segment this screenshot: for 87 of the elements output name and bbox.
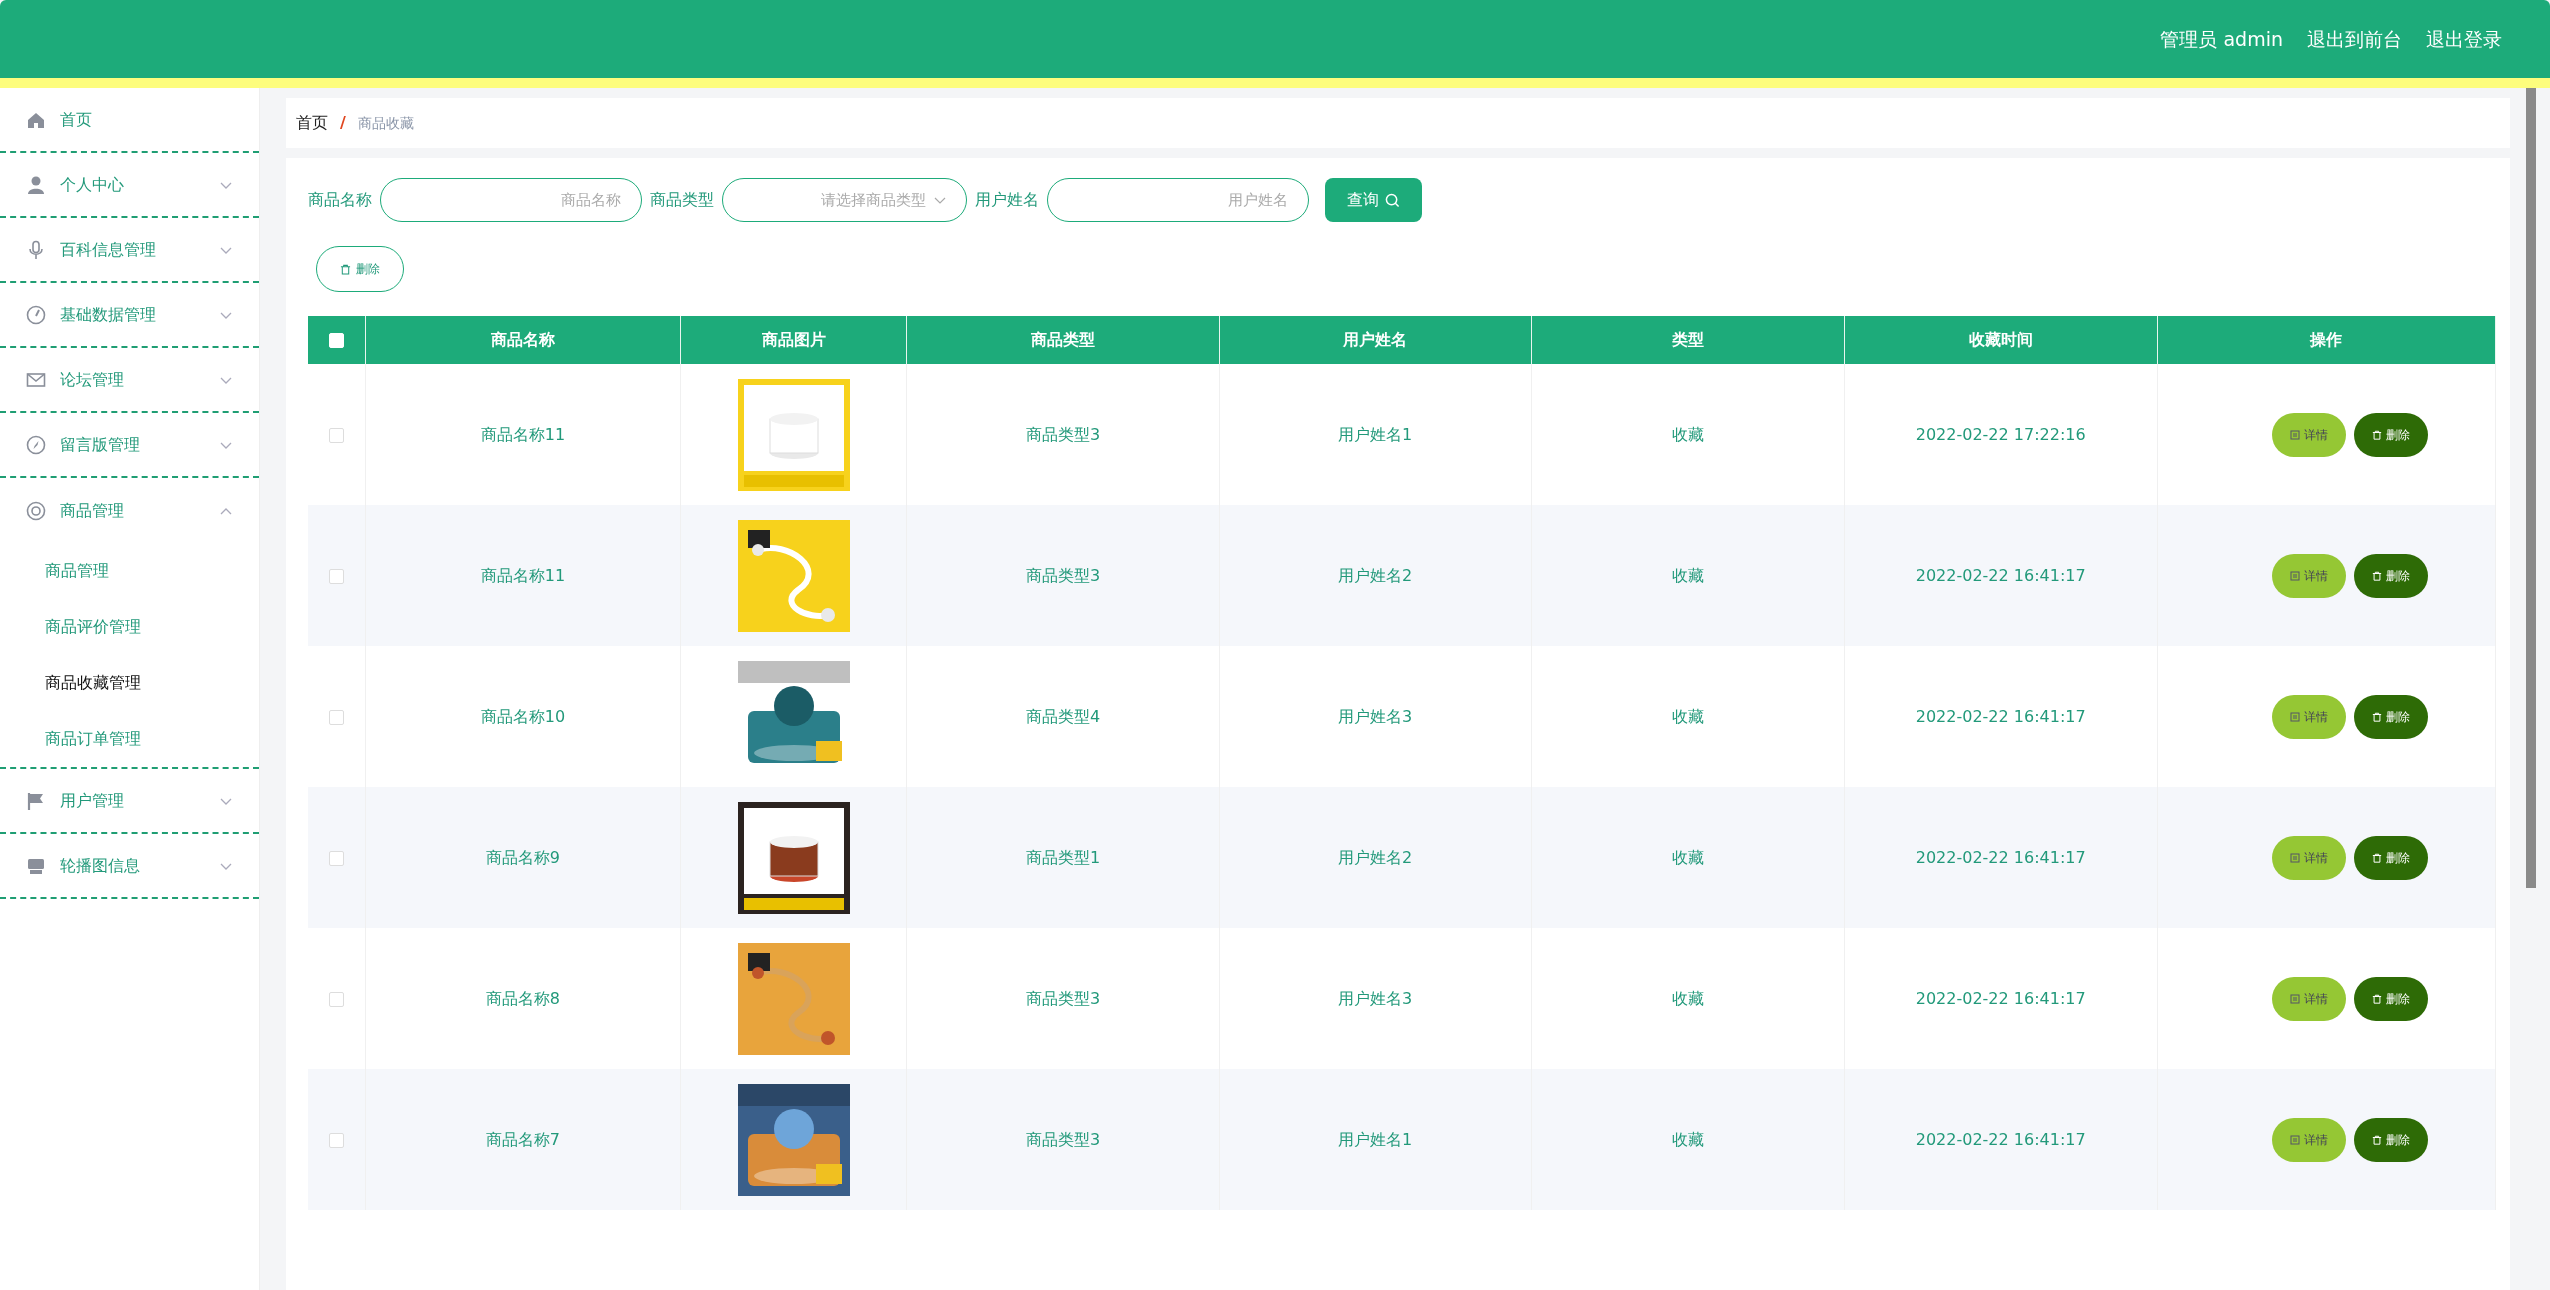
document-icon — [2290, 430, 2301, 440]
table-cell: 2022-02-22 16:41:17 — [1844, 505, 2158, 646]
column-header: 收藏时间 — [1844, 316, 2158, 364]
delete-button[interactable]: 删除 — [2354, 694, 2429, 739]
filter-label: 商品名称 — [308, 189, 372, 211]
trash-icon — [2372, 853, 2383, 863]
table-cell: 用户姓名1 — [1219, 1069, 1532, 1210]
delete-button[interactable]: 删除 — [2354, 1117, 2429, 1162]
submenu-item[interactable]: 商品收藏管理 — [0, 655, 259, 711]
search-icon — [1385, 192, 1400, 208]
delete-button[interactable]: 删除 — [2354, 553, 2429, 598]
sidebar-item[interactable]: 论坛管理 — [0, 348, 259, 413]
table-cell: 商品名称11 — [365, 505, 681, 646]
column-header: 商品名称 — [365, 316, 681, 364]
trash-icon — [2372, 1135, 2383, 1145]
table-cell: 收藏 — [1531, 1069, 1845, 1210]
table-cell: 商品类型1 — [906, 787, 1219, 928]
sidebar-item[interactable]: 基础数据管理 — [0, 283, 259, 348]
sidebar-item[interactable]: 个人中心 — [0, 153, 259, 218]
sidebar-item[interactable]: 留言版管理 — [0, 413, 259, 478]
checkbox[interactable] — [328, 568, 344, 584]
details-button[interactable]: 详情 — [2272, 1117, 2347, 1162]
breadcrumb-separator: / — [340, 112, 346, 134]
document-icon — [2290, 712, 2301, 722]
checkbox[interactable] — [328, 427, 344, 443]
document-icon — [2290, 853, 2301, 863]
header-link[interactable]: 退出到前台 — [2307, 24, 2402, 54]
details-button[interactable]: 详情 — [2272, 976, 2347, 1021]
table-cell: 收藏 — [1531, 505, 1845, 646]
filter-label: 商品类型 — [650, 189, 714, 211]
compass-icon — [26, 434, 46, 455]
details-button[interactable]: 详情 — [2272, 835, 2347, 880]
trash-icon — [2372, 430, 2383, 440]
sidebar-item[interactable]: 用户管理 — [0, 769, 259, 834]
filter-label: 用户姓名 — [975, 189, 1039, 211]
trash-icon — [2372, 994, 2383, 1004]
breadcrumb-link[interactable]: 首页 — [296, 111, 328, 135]
sidebar-item[interactable]: 百科信息管理 — [0, 218, 259, 283]
header-link[interactable]: 退出登录 — [2426, 24, 2502, 54]
table-cell: 2022-02-22 16:41:17 — [1844, 1069, 2158, 1210]
trash-icon — [2372, 571, 2383, 581]
trash-icon — [2372, 712, 2383, 722]
delete-button[interactable]: 删除 — [2354, 976, 2429, 1021]
submenu-item[interactable]: 商品评价管理 — [0, 599, 259, 655]
ring-icon — [26, 500, 46, 521]
table-cell: 2022-02-22 16:41:17 — [1844, 787, 2158, 928]
table-cell: 商品名称9 — [365, 787, 681, 928]
table-cell: 商品名称7 — [365, 1069, 681, 1210]
gauge-icon — [26, 304, 46, 325]
breadcrumb-current: 商品收藏 — [357, 113, 414, 133]
table-cell: 用户姓名2 — [1219, 787, 1532, 928]
search-button[interactable]: 查询 — [1325, 178, 1422, 222]
submenu-item[interactable]: 商品订单管理 — [0, 711, 259, 767]
sidebar-item[interactable]: 商品管理 — [0, 478, 259, 543]
column-header: 类型 — [1531, 316, 1845, 364]
column-header: 用户姓名 — [1219, 316, 1532, 364]
delete-button[interactable]: 删除 — [2354, 412, 2429, 457]
column-header: 操作 — [2157, 316, 2496, 364]
user-label: 管理员 admin — [2160, 26, 2283, 52]
trash-icon — [340, 263, 351, 275]
user-icon — [26, 174, 46, 195]
sidebar-item[interactable]: 轮播图信息 — [0, 834, 259, 899]
microphone-icon — [26, 239, 46, 260]
details-button[interactable]: 详情 — [2272, 553, 2347, 598]
document-icon — [2290, 571, 2301, 581]
table-cell: 用户姓名2 — [1219, 505, 1532, 646]
column-header: 商品图片 — [680, 316, 907, 364]
document-icon — [2290, 1135, 2301, 1145]
input-field[interactable]: 用户姓名 — [1047, 178, 1309, 222]
table-cell: 商品类型3 — [906, 505, 1219, 646]
document-icon — [2290, 994, 2301, 1004]
checkbox[interactable] — [328, 709, 344, 725]
delete-button[interactable]: 删除 — [316, 246, 404, 292]
checkbox[interactable] — [328, 991, 344, 1007]
input-field[interactable]: 商品名称 — [380, 178, 642, 222]
submenu-item[interactable]: 商品管理 — [0, 543, 259, 599]
delete-button[interactable]: 删除 — [2354, 835, 2429, 880]
flag-icon — [26, 790, 46, 811]
table-cell: 收藏 — [1531, 787, 1845, 928]
details-button[interactable]: 详情 — [2272, 694, 2347, 739]
checkbox[interactable] — [328, 850, 344, 866]
scrollbar-thumb[interactable] — [2526, 88, 2536, 888]
column-header: 商品类型 — [906, 316, 1219, 364]
sidebar-item[interactable]: 首页 — [0, 88, 259, 153]
details-button[interactable]: 详情 — [2272, 412, 2347, 457]
checkbox[interactable] — [328, 1132, 344, 1148]
table-cell: 商品类型3 — [906, 1069, 1219, 1210]
